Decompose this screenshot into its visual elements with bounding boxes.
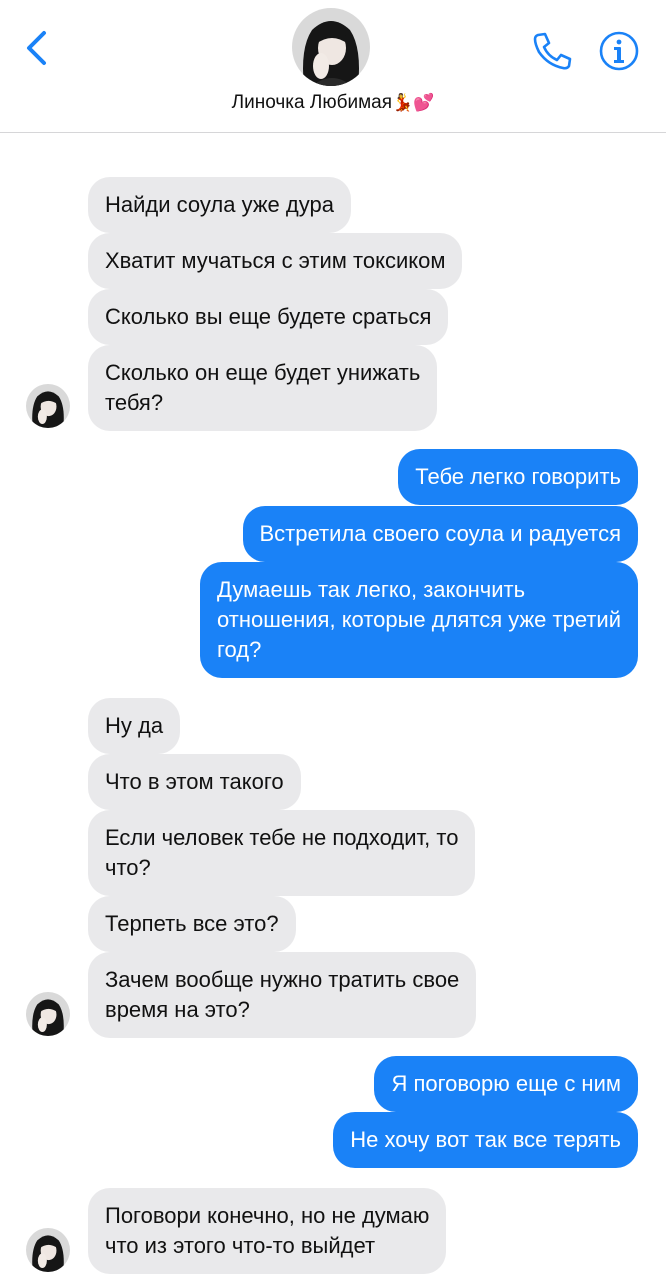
message-line: Если человек тебе не подходит, то (105, 825, 459, 850)
message-line: Думаешь так легко, закончить (217, 577, 526, 602)
chevron-left-icon (27, 31, 46, 65)
contact-avatar-small[interactable] (26, 1228, 70, 1272)
message-bubble-incoming[interactable]: Терпеть все это? (88, 896, 296, 952)
chat-header: Линочка Любимая💃💕 (0, 0, 666, 133)
call-button[interactable] (530, 30, 574, 70)
message-line: Найди соула уже дура (105, 192, 334, 217)
message-bubble-incoming[interactable]: Что в этом такого (88, 754, 301, 810)
message-bubble-incoming[interactable]: Найди соула уже дура (88, 177, 351, 233)
message-bubble-outgoing[interactable]: Тебе легко говорить (398, 449, 638, 505)
message-line: Встретила своего соула и радуется (259, 521, 622, 546)
message-line: Зачем вообще нужно тратить свое (105, 967, 460, 992)
message-bubble-incoming[interactable]: Ну да (88, 698, 181, 754)
message-line: Терпеть все это? (105, 911, 279, 936)
message-line: Сколько он еще будет унижать (105, 360, 421, 385)
message-line: Хватит мучаться с этим токсиком (105, 248, 446, 273)
avatar-photo (292, 8, 370, 86)
message-line: Не хочу вот так все терять (350, 1127, 621, 1152)
message-bubble-incoming[interactable]: Поговори конечно, но не думаю что из это… (88, 1188, 447, 1274)
message-line: время на это? (105, 997, 250, 1022)
message-bubble-incoming[interactable]: Сколько он еще будет унижать тебя? (88, 345, 438, 431)
info-icon (599, 31, 639, 71)
message-bubble-outgoing[interactable]: Думаешь так легко, закончить отношения, … (200, 562, 638, 678)
message-line: Я поговорю еще с ним (391, 1071, 621, 1096)
message-line: Поговори конечно, но не думаю (105, 1203, 430, 1228)
message-line: Тебе легко говорить (415, 464, 621, 489)
phone-icon (533, 32, 572, 70)
message-bubble-outgoing[interactable]: Я поговорю еще с ним (374, 1056, 638, 1112)
message-bubble-incoming[interactable]: Если человек тебе не подходит, то что? (88, 810, 476, 896)
message-line: что? (105, 855, 151, 880)
message-bubble-incoming[interactable]: Хватит мучаться с этим токсиком (88, 233, 463, 289)
contact-avatar-small[interactable] (26, 992, 70, 1036)
message-bubble-incoming[interactable]: Сколько вы еще будете сраться (88, 289, 449, 345)
contact-name-text: Линочка Любимая (231, 92, 392, 113)
message-bubble-outgoing[interactable]: Не хочу вот так все терять (333, 1112, 638, 1168)
contact-name-emoji: 💃💕 (392, 93, 435, 112)
contact-name[interactable]: Линочка Любимая💃💕 (0, 92, 666, 114)
back-button[interactable] (18, 28, 58, 68)
message-line: отношения, которые длятся уже третий (217, 607, 621, 632)
avatar-photo (26, 384, 70, 428)
message-line: Ну да (105, 713, 164, 738)
contact-avatar-small[interactable] (26, 384, 70, 428)
message-line: тебя? (105, 390, 164, 415)
contact-avatar[interactable] (292, 8, 370, 86)
message-line: год? (217, 637, 262, 662)
message-line: Что в этом такого (105, 769, 284, 794)
info-button[interactable] (598, 30, 640, 72)
message-line: Сколько вы еще будете сраться (105, 304, 432, 329)
avatar-photo (26, 1228, 70, 1272)
message-bubble-incoming[interactable]: Зачем вообще нужно тратить свое время на… (88, 952, 477, 1038)
message-line: что из этого что-то выйдет (105, 1233, 376, 1258)
message-bubble-outgoing[interactable]: Встретила своего соула и радуется (242, 506, 638, 562)
avatar-photo (26, 992, 70, 1036)
